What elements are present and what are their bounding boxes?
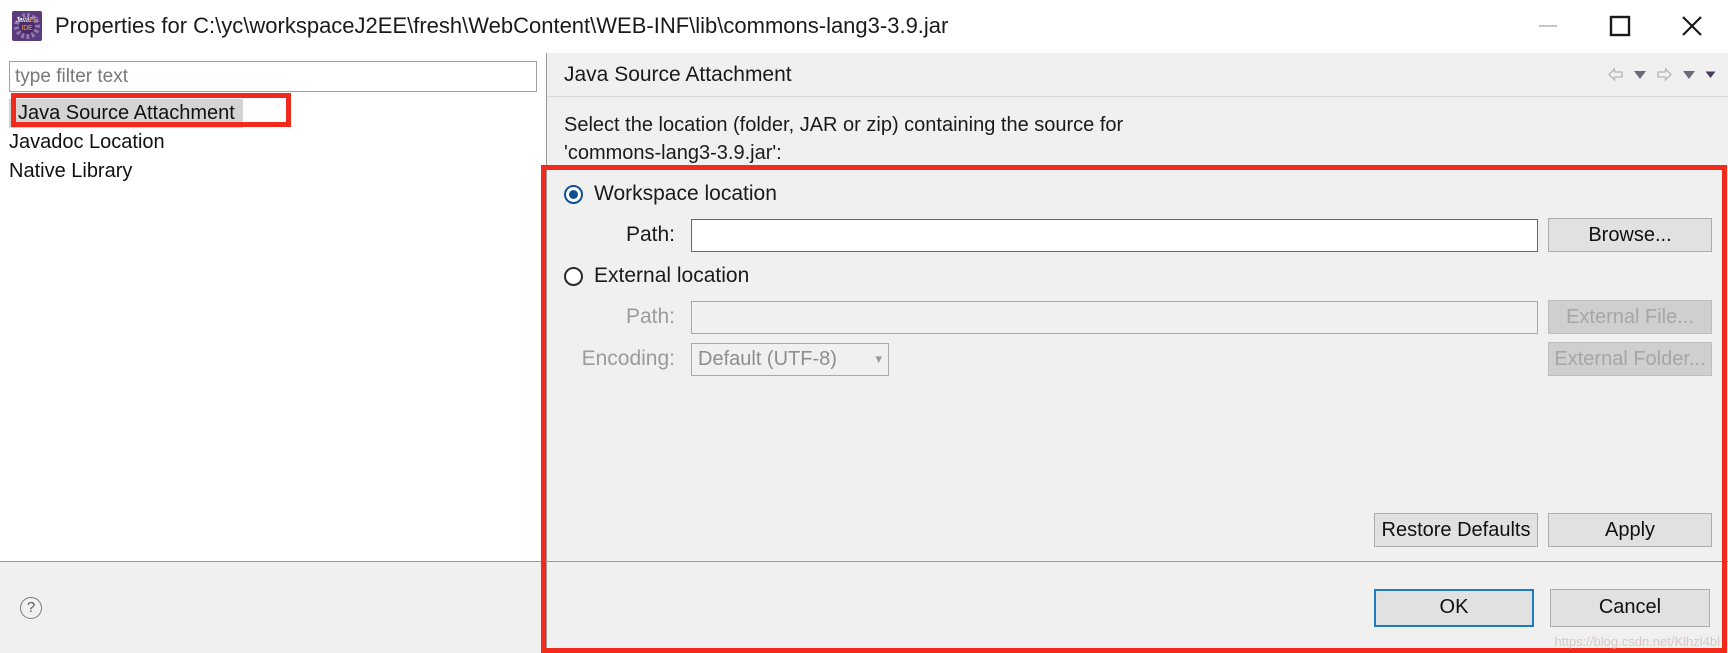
back-arrow-icon[interactable] xyxy=(1607,67,1624,82)
ok-button[interactable]: OK xyxy=(1374,588,1534,627)
back-chevron-down-icon[interactable] xyxy=(1633,70,1647,80)
icon-label-ide: IDE xyxy=(21,25,33,32)
page-title: Java Source Attachment xyxy=(564,62,792,86)
browse-button[interactable]: Browse... xyxy=(1548,218,1712,252)
external-path-input xyxy=(691,300,1538,334)
filter-container xyxy=(0,53,546,92)
external-location-radio-row[interactable]: External location xyxy=(564,260,1712,292)
workspace-location-radio-row[interactable]: Workspace location xyxy=(564,178,1712,210)
title-bar: JavaEE IDE Properties for C:\yc\workspac… xyxy=(0,0,1728,53)
filter-input[interactable] xyxy=(9,61,537,92)
workspace-path-input[interactable] xyxy=(691,218,1538,252)
encoding-value: Default (UTF-8) xyxy=(698,347,837,370)
external-path-label: Path: xyxy=(625,305,675,328)
apply-button[interactable]: Apply xyxy=(1548,513,1712,547)
maximize-icon xyxy=(1609,15,1631,37)
sidebar-item-javadoc-location[interactable]: Javadoc Location xyxy=(0,128,546,157)
restore-defaults-button[interactable]: Restore Defaults xyxy=(1374,513,1538,547)
workspace-path-label: Path: xyxy=(625,223,675,246)
external-location-radio[interactable] xyxy=(564,266,583,286)
encoding-label: Encoding: xyxy=(581,347,675,370)
external-encoding-row: Encoding: Default (UTF-8) ▾ External Fol… xyxy=(564,342,1712,376)
workspace-path-row: Path: Browse... xyxy=(564,218,1712,252)
external-folder-button: External Folder... xyxy=(1548,342,1712,376)
icon-label-java: Java xyxy=(15,17,30,24)
minimize-icon xyxy=(1539,25,1557,27)
external-file-button: External File... xyxy=(1548,300,1712,334)
window-title: Properties for C:\yc\workspaceJ2EE\fresh… xyxy=(55,13,949,38)
panel-header: Java Source Attachment xyxy=(547,53,1728,97)
settings-tree: Java Source Attachment Javadoc Location … xyxy=(0,99,546,561)
watermark-text: https://blog.csdn.net/Klhzl4bl xyxy=(1554,634,1721,649)
external-path-row: Path: External File... xyxy=(564,300,1712,334)
icon-label-ee: EE xyxy=(29,17,39,24)
workspace-location-label: Workspace location xyxy=(594,182,777,205)
help-icon[interactable]: ? xyxy=(20,596,42,619)
external-location-label: External location xyxy=(594,264,750,287)
dialog-footer: OK Cancel xyxy=(547,561,1728,653)
forward-chevron-down-icon[interactable] xyxy=(1682,70,1696,80)
close-button[interactable] xyxy=(1656,0,1728,53)
encoding-combobox: Default (UTF-8) ▾ xyxy=(691,342,889,376)
settings-sidebar: Java Source Attachment Javadoc Location … xyxy=(0,53,547,653)
settings-main-panel: Java Source Attachment Select the locati… xyxy=(547,53,1728,653)
chevron-down-icon: ▾ xyxy=(875,351,882,366)
window-controls xyxy=(1512,0,1728,53)
sidebar-item-java-source-attachment[interactable]: Java Source Attachment xyxy=(9,99,243,128)
apply-button-row: Restore Defaults Apply xyxy=(564,513,1712,561)
minimize-button[interactable] xyxy=(1512,0,1584,53)
properties-dialog: JavaEE IDE Properties for C:\yc\workspac… xyxy=(0,0,1728,653)
eclipse-java-ee-ide-icon: JavaEE IDE xyxy=(12,11,42,41)
close-icon xyxy=(1682,16,1702,36)
menu-chevron-down-small-icon[interactable] xyxy=(1705,71,1716,79)
page-description-line1: Select the location (folder, JAR or zip)… xyxy=(564,114,1124,136)
cancel-button[interactable]: Cancel xyxy=(1550,588,1710,627)
page-description: Select the location (folder, JAR or zip)… xyxy=(564,111,1712,167)
page-description-line2: 'commons-lang3-3.9.jar': xyxy=(564,142,782,164)
dialog-body: Java Source Attachment Javadoc Location … xyxy=(0,53,1728,653)
workspace-location-radio[interactable] xyxy=(564,184,583,204)
sidebar-footer: ? xyxy=(0,561,546,653)
forward-arrow-icon[interactable] xyxy=(1656,67,1673,82)
panel-content: Select the location (folder, JAR or zip)… xyxy=(547,97,1728,561)
sidebar-item-native-library[interactable]: Native Library xyxy=(0,157,546,186)
maximize-button[interactable] xyxy=(1584,0,1656,53)
panel-nav-controls xyxy=(1607,67,1716,82)
sidebar-item-java-source-attachment-row: Java Source Attachment xyxy=(0,99,546,128)
